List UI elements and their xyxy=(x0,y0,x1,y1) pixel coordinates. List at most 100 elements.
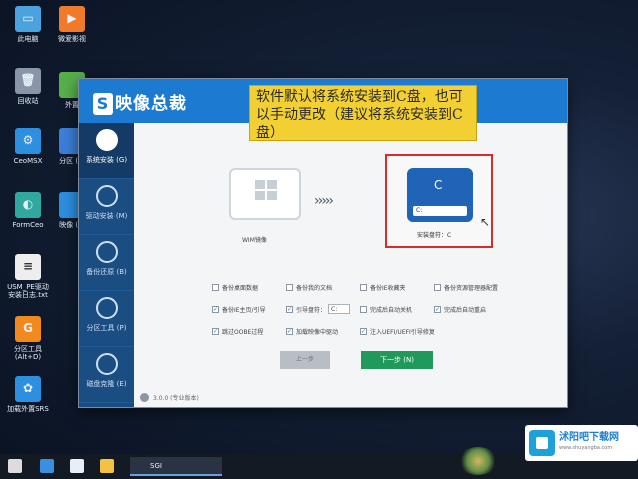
option-label: 备份IE收藏夹 xyxy=(370,284,406,292)
checkbox[interactable] xyxy=(360,283,367,291)
target-label: 安装盘符：C xyxy=(417,232,452,239)
partition-tool-shortcut[interactable]: G 分区工具 (Alt+D) xyxy=(4,316,52,361)
recycle-bin-shortcut[interactable]: 🗑 回收站 xyxy=(4,68,52,105)
sidebar-item-disk-clone[interactable]: 磁盘克隆 (E) xyxy=(79,347,134,403)
srs-shortcut[interactable]: ✿ 加载外置SRS xyxy=(4,376,52,413)
option-backup-desktop[interactable]: 备份桌面数据 xyxy=(212,283,286,292)
source-image-disk[interactable] xyxy=(229,168,301,220)
ceomsx-icon: ⚙ xyxy=(15,128,41,154)
option-label: 完成后自动重启 xyxy=(444,306,487,314)
drive-select[interactable]: C: xyxy=(413,206,467,216)
main-content: WIM镜像 ››››› C C: 安装盘符：C ↖ 备份桌面数据 备份我的文档 … xyxy=(134,123,567,407)
watermark-logo: 沭阳吧下载网 www.shuyangba.com xyxy=(525,425,638,461)
watermark-title: 沭阳吧下载网 xyxy=(559,432,619,443)
drive-letter: C xyxy=(434,178,443,192)
option-backup-ie[interactable]: 备份IE收藏夹 xyxy=(360,283,434,292)
app-shortcut-icon[interactable]: ▶ 微爱影视 xyxy=(48,6,96,43)
partition-icon xyxy=(95,297,118,319)
text-file-shortcut[interactable]: ≡ USM_PE驱动安装日志.txt xyxy=(4,254,52,299)
option-backup-docs[interactable]: 备份我的文档 xyxy=(286,283,360,292)
ceomsx-shortcut[interactable]: ⚙ CeoMSX xyxy=(4,128,52,165)
taskbar-active-app[interactable]: SGI xyxy=(130,457,222,476)
sidebar-item-label: 分区工具 (P) xyxy=(86,324,127,332)
checkbox[interactable] xyxy=(212,283,219,291)
checkbox-checked[interactable]: ✓ xyxy=(286,305,293,313)
option-label: 引导盘符： xyxy=(296,306,327,314)
checkbox-checked[interactable]: ✓ xyxy=(434,305,441,313)
backup-icon xyxy=(95,241,118,263)
install-icon xyxy=(95,129,118,151)
watermark-icon xyxy=(529,430,555,456)
srs-icon: ✿ xyxy=(15,376,41,402)
icon-label: 加载外置SRS xyxy=(7,405,49,413)
option-auto-shutdown[interactable]: 完成后自动关机 xyxy=(360,305,434,314)
partition-tool-icon: G xyxy=(15,316,41,342)
icon-label: 分区工具 (Alt+D) xyxy=(14,345,42,362)
boot-drive-select[interactable]: C: xyxy=(328,304,351,314)
option-backup-ie-home[interactable]: ✓ 备份IE主页/引导 xyxy=(212,305,286,314)
sidebar-item-system-install[interactable]: 系统安装 (G) xyxy=(79,123,134,179)
formceo-shortcut[interactable]: ◐ FormCeo xyxy=(4,192,52,229)
option-label: 完成后自动关机 xyxy=(370,306,413,314)
checkbox[interactable] xyxy=(286,283,293,291)
sidebar-item-partition-tool[interactable]: 分区工具 (P) xyxy=(79,291,134,347)
formceo-icon: ◐ xyxy=(15,192,41,218)
tooltip-callout: 软件默认将系统安装到C盘，也可以手动更改（建议将系统安装到C盘） xyxy=(249,85,477,141)
icon-label: CeoMSX xyxy=(13,157,43,165)
start-button-icon[interactable] xyxy=(8,459,22,473)
option-label: 备份桌面数据 xyxy=(222,284,259,292)
driver-icon xyxy=(95,185,118,207)
installer-window: S 映像总裁 软件默认将系统安装到C盘，也可以手动更改（建议将系统安装到C盘） 系… xyxy=(78,78,568,408)
option-inject-uefi[interactable]: ✓ 注入UEFI/UEFI引导修复 xyxy=(360,327,470,336)
sidebar-item-driver-install[interactable]: 驱动安装 (M) xyxy=(79,179,134,235)
watermark-text: 沭阳吧下载网 www.shuyangba.com xyxy=(559,432,619,454)
checkbox-checked[interactable]: ✓ xyxy=(212,327,219,335)
option-backup-explorer[interactable]: 备份资源管理器配置 xyxy=(434,283,508,292)
taskbar-app-icon[interactable] xyxy=(40,459,54,473)
mouse-cursor-icon: ↖ xyxy=(480,215,491,229)
brand-s-icon: S xyxy=(93,93,113,115)
option-label: 备份资源管理器配置 xyxy=(444,284,499,292)
brand-logo: S 映像总裁 xyxy=(93,89,187,115)
sidebar-item-label: 系统安装 (G) xyxy=(85,156,128,164)
options-panel: 备份桌面数据 备份我的文档 备份IE收藏夹 备份资源管理器配置 ✓ 备份IE主页/… xyxy=(212,276,532,342)
checkbox[interactable] xyxy=(434,283,441,291)
info-icon xyxy=(140,393,149,402)
option-load-drivers[interactable]: ✓ 加载映像中驱动 xyxy=(286,327,360,336)
next-button[interactable]: 下一步 (N) xyxy=(361,351,433,369)
option-skip-oobe[interactable]: ✓ 跳过OOBE过程 xyxy=(212,327,286,336)
sidebar-item-backup-restore[interactable]: 备份还原 (B) xyxy=(79,235,134,291)
computer-icon: ▭ xyxy=(15,6,41,32)
checkbox-checked[interactable]: ✓ xyxy=(360,327,367,335)
icon-label: USM_PE驱动安装日志.txt xyxy=(7,283,49,300)
option-label: 加载映像中驱动 xyxy=(296,328,339,336)
target-drive-icon: C C: xyxy=(407,168,473,222)
option-auto-restart[interactable]: ✓ 完成后自动重启 xyxy=(434,305,508,314)
sidebar-item-label: 磁盘克隆 (E) xyxy=(86,380,127,388)
checkbox[interactable] xyxy=(360,305,367,313)
version-text: 3.0.0 (专业版本) xyxy=(153,395,199,402)
icon-label: FormCeo xyxy=(12,221,44,229)
prev-button[interactable]: 上一步 xyxy=(280,351,330,369)
folder-icon[interactable] xyxy=(100,459,114,473)
option-boot-drive[interactable]: ✓ 引导盘符： C: xyxy=(286,304,360,314)
option-label: 注入UEFI/UEFI引导修复 xyxy=(370,328,435,336)
icon-label: 回收站 xyxy=(17,97,39,105)
this-pc-icon[interactable]: ▭ 此电脑 xyxy=(4,6,52,43)
option-label: 备份我的文档 xyxy=(296,284,333,292)
text-file-icon: ≡ xyxy=(15,254,41,280)
recycle-bin-icon: 🗑 xyxy=(15,68,41,94)
option-label: 跳过OOBE过程 xyxy=(222,328,264,336)
icon-label: 微爱影视 xyxy=(58,35,86,43)
windows-orb-icon xyxy=(458,447,498,475)
windows-logo-icon xyxy=(255,180,277,200)
target-drive-highlight[interactable]: C C: 安装盘符：C xyxy=(385,154,493,248)
checkbox-checked[interactable]: ✓ xyxy=(212,305,219,313)
sidebar-item-label: 备份还原 (B) xyxy=(86,268,127,276)
taskbar-app-icon[interactable] xyxy=(70,459,84,473)
arrows-icon: ››››› xyxy=(314,193,334,209)
sidebar: 系统安装 (G) 驱动安装 (M) 备份还原 (B) 分区工具 (P) 磁盘克隆… xyxy=(79,123,134,407)
clone-icon xyxy=(95,353,118,375)
source-label: WIM镜像 xyxy=(242,237,267,244)
checkbox-checked[interactable]: ✓ xyxy=(286,327,293,335)
